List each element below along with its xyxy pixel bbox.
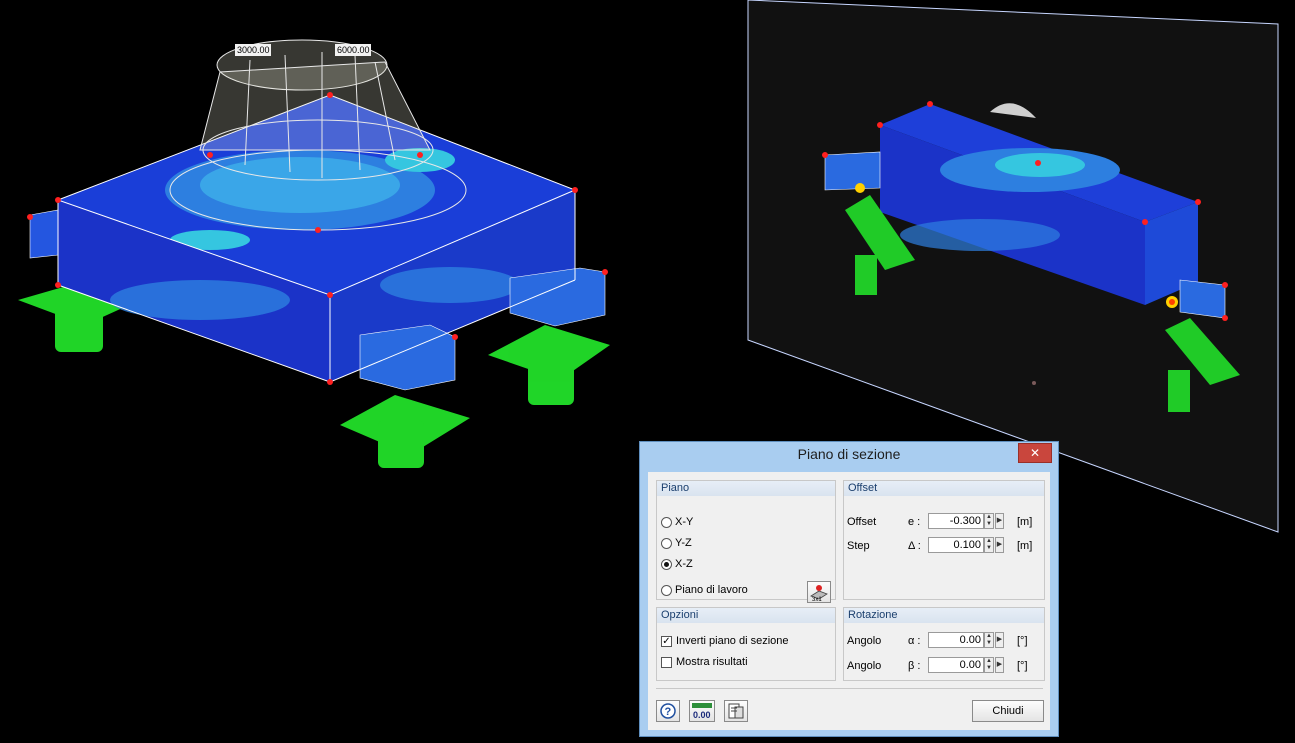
beta-stepper[interactable]: ▲▼ ▶ [928,657,1004,673]
step-stepper[interactable]: ▲▼ ▶ [928,537,1004,553]
svg-text:0.00: 0.00 [693,710,711,720]
step-symbol: Δ : [908,540,921,552]
radio-xz[interactable]: X-Z [661,558,693,570]
radio-xz-label: X-Z [675,558,693,570]
help-button[interactable]: ? [656,700,680,722]
dimension-label-1: 3000.00 [237,45,270,55]
alpha-label: Angolo [847,635,882,647]
close-dialog-button[interactable]: Chiudi [972,700,1044,722]
offset-group: Offset Offset e : ▲▼ ▶ [m] Step Δ : ▲▼ ▶… [843,480,1045,600]
offset-spin-arrows[interactable]: ▲ ▼ [984,513,994,529]
workplane-button[interactable]: 3x1 [807,581,831,603]
radio-workplane-button[interactable] [661,584,672,596]
alpha-menu-arrow[interactable]: ▶ [995,632,1004,648]
decimals-icon: 0.00 [692,703,712,720]
svg-text:3x1: 3x1 [812,597,822,602]
radio-xy-button[interactable] [661,516,672,528]
left-model: 3000.00 6000.00 [18,39,610,468]
rotation-group-header: Rotazione [844,608,1044,623]
beta-label: Angolo [847,660,882,672]
options-group-header: Opzioni [657,608,835,623]
offset-unit: [m] [1017,516,1033,528]
beta-input[interactable] [928,657,984,673]
step-spin-arrows[interactable]: ▲ ▼ [984,537,994,553]
offset-group-header: Offset [844,481,1044,496]
decimals-button[interactable]: 0.00 [689,700,715,722]
step-input[interactable] [928,537,984,553]
alpha-input[interactable] [928,632,984,648]
show-results-label: Mostra risultati [676,656,748,668]
workplane-icon: 3x1 [810,585,828,603]
radio-yz-label: Y-Z [675,537,692,549]
units-button[interactable] [724,700,748,722]
offset-menu-arrow[interactable]: ▶ [995,513,1004,529]
alpha-unit: [°] [1017,635,1028,647]
offset-stepper[interactable]: ▲▼ ▶ [928,513,1004,529]
radio-xy[interactable]: X-Y [661,516,693,528]
beta-menu-arrow[interactable]: ▶ [995,657,1004,673]
rotation-group: Rotazione Angolo α : ▲▼ ▶ [°] Angolo β :… [843,607,1045,681]
alpha-spin-arrows[interactable]: ▲ ▼ [984,632,994,648]
step-menu-arrow[interactable]: ▶ [995,537,1004,553]
dimension-label-2: 6000.00 [337,45,370,55]
close-icon: ✕ [1029,446,1041,460]
step-label: Step [847,540,870,552]
radio-workplane-label: Piano di lavoro [675,584,748,596]
step-unit: [m] [1017,540,1033,552]
svg-text:?: ? [665,706,672,718]
beta-spin-arrows[interactable]: ▲ ▼ [984,657,994,673]
section-plane-dialog: Piano di sezione ✕ Piano X-Y Y-Z X-Z Pia… [639,441,1059,737]
radio-xz-button[interactable] [661,558,672,570]
show-results-checkbox[interactable]: Mostra risultati [661,656,748,668]
radio-yz[interactable]: Y-Z [661,537,692,549]
dialog-body: Piano X-Y Y-Z X-Z Piano di lavoro 3x1 Of… [648,472,1050,730]
dialog-title: Piano di sezione [797,446,901,462]
radio-xy-label: X-Y [675,516,694,528]
alpha-symbol: α : [908,635,921,647]
help-icon: ? [660,703,676,719]
alpha-stepper[interactable]: ▲▼ ▶ [928,632,1004,648]
units-icon [728,703,744,719]
footer-divider [656,688,1043,689]
show-results-check[interactable] [661,656,672,668]
invert-plane-check[interactable]: ✓ [661,635,672,647]
plane-group-header: Piano [657,481,835,496]
radio-yz-button[interactable] [661,537,672,549]
invert-plane-label: Inverti piano di sezione [676,635,789,647]
close-button[interactable]: ✕ [1018,443,1052,463]
beta-symbol: β : [908,660,921,672]
plane-group: Piano X-Y Y-Z X-Z Piano di lavoro 3x1 [656,480,836,603]
radio-workplane[interactable]: Piano di lavoro [661,584,748,596]
invert-plane-checkbox[interactable]: ✓ Inverti piano di sezione [661,635,789,647]
offset-label: Offset [847,516,877,528]
options-group: Opzioni ✓ Inverti piano di sezione Mostr… [656,607,836,681]
offset-input[interactable] [928,513,984,529]
beta-unit: [°] [1017,660,1028,672]
offset-symbol: e : [908,516,921,528]
